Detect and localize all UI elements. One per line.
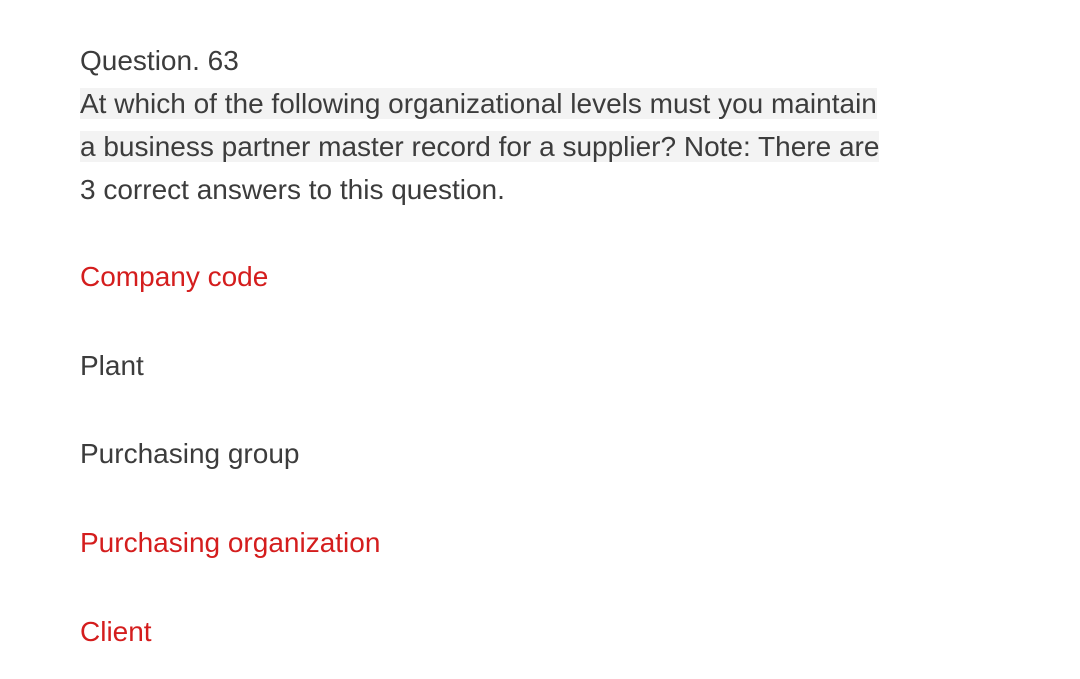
answer-option-client[interactable]: Client [80, 612, 152, 652]
question-number: Question. 63 [80, 45, 239, 76]
answer-option-plant[interactable]: Plant [80, 346, 144, 386]
question-text: At which of the following organizational… [80, 82, 1000, 211]
question-text-line-3: 3 correct answers to this question. [80, 174, 505, 205]
question-text-line-2: a business partner master record for a s… [80, 131, 880, 162]
question-block: Question. 63 At which of the following o… [80, 40, 1000, 211]
question-text-line-1: At which of the following organizational… [80, 88, 877, 119]
answer-option-company-code[interactable]: Company code [80, 257, 268, 297]
answer-option-purchasing-group[interactable]: Purchasing group [80, 434, 299, 474]
answer-option-purchasing-organization[interactable]: Purchasing organization [80, 523, 380, 563]
